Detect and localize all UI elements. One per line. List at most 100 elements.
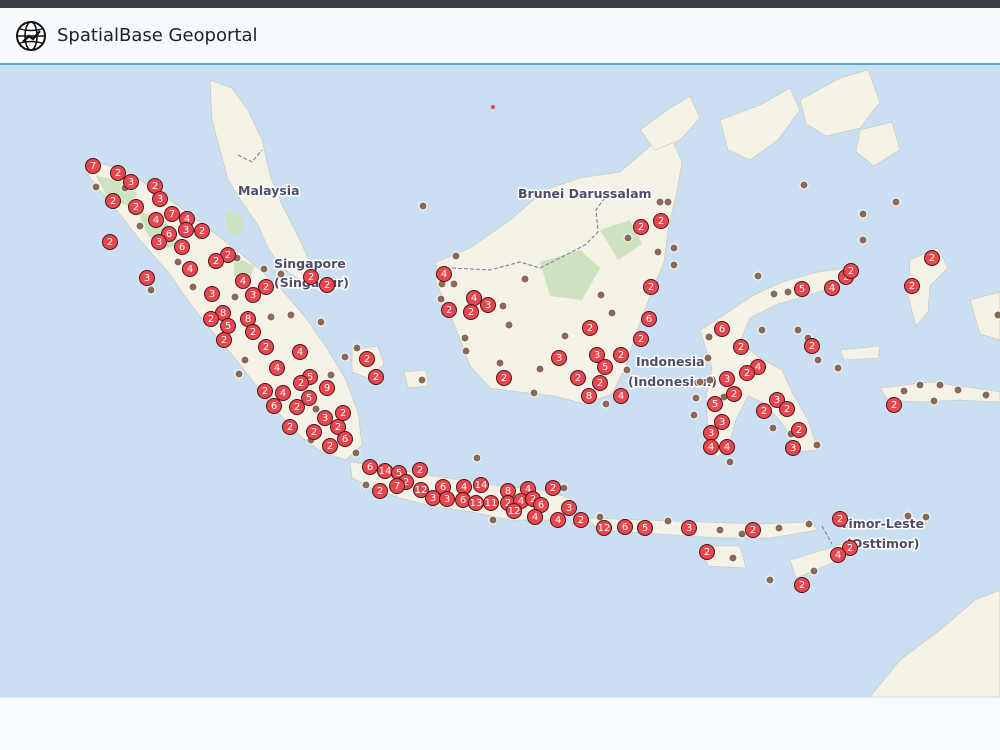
feature-point[interactable] bbox=[812, 440, 822, 450]
cluster-marker[interactable]: 4 bbox=[613, 388, 629, 404]
cluster-marker[interactable]: 6 bbox=[362, 459, 378, 475]
feature-point[interactable] bbox=[653, 247, 663, 257]
cluster-marker[interactable]: 2 bbox=[756, 403, 772, 419]
cluster-marker[interactable]: 2 bbox=[733, 339, 749, 355]
feature-point[interactable] bbox=[259, 264, 269, 274]
feature-point[interactable] bbox=[188, 282, 198, 292]
cluster-marker[interactable]: 2 bbox=[128, 199, 144, 215]
cluster-marker[interactable]: 6 bbox=[174, 239, 190, 255]
feature-point[interactable] bbox=[622, 365, 632, 375]
cluster-marker[interactable]: 2 bbox=[804, 338, 820, 354]
cluster-marker[interactable]: 2 bbox=[545, 480, 561, 496]
cluster-marker[interactable]: 2 bbox=[832, 511, 848, 527]
feature-point[interactable] bbox=[498, 301, 508, 311]
cluster-marker[interactable]: 3 bbox=[245, 287, 261, 303]
feature-point[interactable] bbox=[765, 575, 775, 585]
cluster-marker[interactable]: 2 bbox=[745, 522, 761, 538]
cluster-marker[interactable]: 3 bbox=[178, 222, 194, 238]
cluster-marker[interactable]: 2 bbox=[886, 397, 902, 413]
cluster-marker[interactable]: 2 bbox=[726, 386, 742, 402]
feature-point[interactable] bbox=[595, 512, 605, 522]
cluster-marker[interactable]: 3 bbox=[204, 286, 220, 302]
feature-point[interactable] bbox=[472, 453, 482, 463]
cluster-marker[interactable]: 6 bbox=[641, 311, 657, 327]
feature-point[interactable] bbox=[689, 410, 699, 420]
cluster-marker[interactable]: 3 bbox=[551, 350, 567, 366]
feature-point[interactable] bbox=[705, 375, 715, 385]
cluster-marker[interactable]: 7 bbox=[389, 478, 405, 494]
feature-point[interactable] bbox=[783, 287, 793, 297]
cluster-marker[interactable]: 2 bbox=[319, 277, 335, 293]
feature-point[interactable] bbox=[669, 260, 679, 270]
cluster-marker[interactable]: 12 bbox=[506, 503, 522, 519]
feature-point[interactable] bbox=[286, 310, 296, 320]
cluster-marker[interactable]: 3 bbox=[681, 520, 697, 536]
feature-point[interactable] bbox=[858, 209, 868, 219]
map-canvas[interactable]: Malaysia Singapore (Singapur) Brunei Dar… bbox=[0, 65, 1000, 697]
feature-point[interactable] bbox=[488, 515, 498, 525]
cluster-marker[interactable]: 11 bbox=[483, 495, 499, 511]
cluster-marker[interactable]: 2 bbox=[245, 324, 261, 340]
cluster-marker[interactable]: 2 bbox=[592, 375, 608, 391]
feature-point[interactable] bbox=[495, 358, 505, 368]
feature-point[interactable] bbox=[417, 375, 427, 385]
cluster-marker[interactable]: 14 bbox=[473, 477, 489, 493]
cluster-marker[interactable]: 4 bbox=[527, 509, 543, 525]
cluster-marker[interactable]: 2 bbox=[258, 279, 274, 295]
cluster-marker[interactable]: 4 bbox=[182, 261, 198, 277]
cluster-marker[interactable]: 3 bbox=[139, 270, 155, 286]
feature-point[interactable] bbox=[461, 346, 471, 356]
feature-point[interactable] bbox=[799, 180, 809, 190]
cluster-marker[interactable]: 2 bbox=[779, 401, 795, 417]
feature-point[interactable] bbox=[703, 353, 713, 363]
feature-point[interactable] bbox=[725, 457, 735, 467]
cluster-marker[interactable]: 3 bbox=[151, 234, 167, 250]
cluster-marker[interactable]: 2 bbox=[699, 544, 715, 560]
feature-point[interactable] bbox=[804, 519, 814, 529]
feature-point[interactable] bbox=[266, 312, 276, 322]
feature-point[interactable] bbox=[418, 201, 428, 211]
cluster-marker[interactable]: 2 bbox=[843, 263, 859, 279]
cluster-marker[interactable]: 2 bbox=[203, 311, 219, 327]
cluster-marker[interactable]: 4 bbox=[550, 512, 566, 528]
feature-point[interactable] bbox=[173, 257, 183, 267]
feature-point[interactable] bbox=[135, 221, 145, 231]
feature-point[interactable] bbox=[607, 308, 617, 318]
cluster-marker[interactable]: 2 bbox=[194, 223, 210, 239]
cluster-marker[interactable]: 2 bbox=[613, 347, 629, 363]
feature-point[interactable] bbox=[146, 285, 156, 295]
cluster-marker[interactable]: 4 bbox=[292, 344, 308, 360]
feature-point[interactable] bbox=[953, 385, 963, 395]
cluster-marker[interactable]: 6 bbox=[455, 492, 471, 508]
cluster-marker[interactable]: 4 bbox=[436, 266, 452, 282]
cluster-marker[interactable]: 2 bbox=[257, 383, 273, 399]
feature-point[interactable] bbox=[596, 290, 606, 300]
feature-point[interactable] bbox=[691, 393, 701, 403]
cluster-marker[interactable]: 2 bbox=[791, 422, 807, 438]
feature-point[interactable] bbox=[529, 388, 539, 398]
cluster-marker[interactable]: 2 bbox=[105, 193, 121, 209]
cluster-marker[interactable]: 6 bbox=[337, 431, 353, 447]
feature-point[interactable] bbox=[993, 310, 1000, 320]
cluster-marker[interactable]: 2 bbox=[739, 365, 755, 381]
feature-point[interactable] bbox=[768, 423, 778, 433]
cluster-marker[interactable]: 5 bbox=[597, 359, 613, 375]
cluster-marker[interactable]: 3 bbox=[439, 491, 455, 507]
cluster-marker[interactable]: 4 bbox=[275, 385, 291, 401]
feature-point[interactable] bbox=[326, 370, 336, 380]
feature-point[interactable] bbox=[715, 525, 725, 535]
feature-point[interactable] bbox=[623, 233, 633, 243]
cluster-marker[interactable]: 6 bbox=[714, 321, 730, 337]
cluster-marker[interactable]: 4 bbox=[269, 360, 285, 376]
cluster-marker[interactable]: 2 bbox=[904, 278, 920, 294]
feature-point[interactable] bbox=[833, 363, 843, 373]
feature-point[interactable] bbox=[809, 566, 819, 576]
cluster-marker[interactable]: 2 bbox=[633, 219, 649, 235]
cluster-marker[interactable]: 3 bbox=[123, 174, 139, 190]
cluster-marker[interactable]: 2 bbox=[412, 462, 428, 478]
feature-point[interactable] bbox=[757, 325, 767, 335]
feature-point[interactable] bbox=[695, 377, 705, 387]
cluster-marker[interactable]: 4 bbox=[830, 547, 846, 563]
cluster-marker[interactable]: 3 bbox=[719, 371, 735, 387]
feature-point[interactable] bbox=[436, 294, 446, 304]
